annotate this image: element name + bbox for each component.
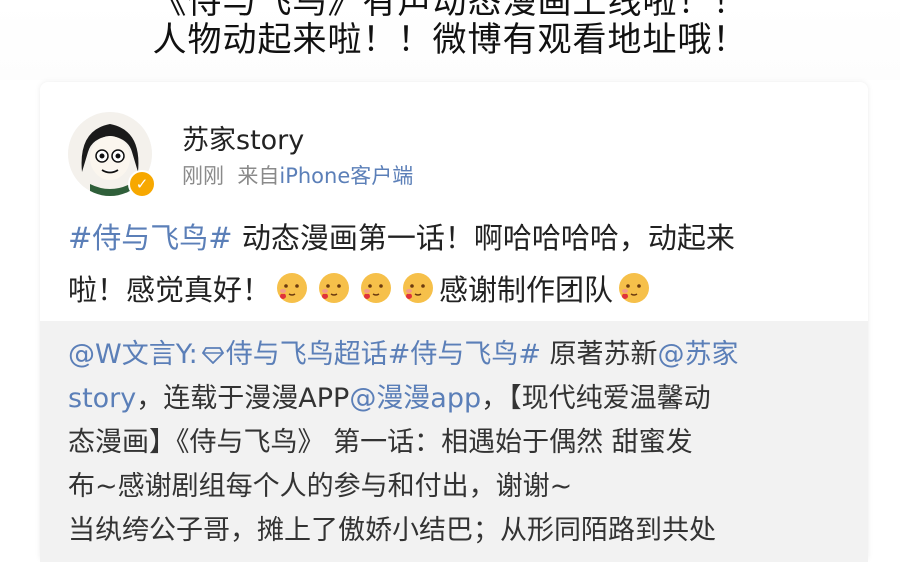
repost-line-5: 当纨绔公子哥，摊上了傲娇小结巴；从形同陌路到共处: [68, 515, 716, 546]
mention-link-1-cont[interactable]: story: [68, 383, 136, 414]
repost-text: @W文言Y: 侍与飞鸟超话#侍与飞鸟# 原著苏新@苏家 story，连载于漫漫AP…: [68, 333, 848, 553]
face-with-heart-emoji-icon: [361, 273, 392, 303]
supertopic-link[interactable]: 侍与飞鸟超话: [226, 339, 388, 370]
post-meta: 刚刚 来自iPhone客户端: [182, 160, 413, 190]
face-with-heart-emoji-icon: [319, 273, 350, 303]
post-text-part-3: 感谢制作团队: [439, 273, 614, 307]
post-text-part-1: 动态漫画第一话！啊哈哈哈哈，动起来: [232, 221, 735, 255]
verified-badge-icon: ✓: [128, 170, 156, 198]
post-time: 刚刚: [182, 164, 224, 188]
face-with-heart-emoji-icon: [619, 273, 650, 303]
repost-line-4: 布~感谢剧组每个人的参与和付出，谢谢~: [68, 471, 573, 502]
mention-link-1[interactable]: @苏家: [658, 339, 739, 370]
repost-topic-link[interactable]: #侍与飞鸟#: [388, 339, 541, 370]
repost-text-part-3: ，【现代纯爱温馨动: [481, 383, 711, 414]
banner-line-2: 人物动起来啦！！微博有观看地址哦！: [152, 20, 748, 60]
repost-text-part-2: ，连载于漫漫APP: [136, 383, 350, 414]
diamond-icon: [201, 347, 224, 364]
topic-link[interactable]: #侍与飞鸟#: [68, 221, 233, 255]
repost-text-part-1: 原著苏新: [540, 339, 658, 370]
banner: 《侍与飞鸟》有声动态漫画上线啦！！ 人物动起来啦！！微博有观看地址哦！: [0, 0, 900, 80]
repost-author-link[interactable]: @W文言Y:: [68, 339, 198, 370]
face-with-heart-emoji-icon: [277, 273, 308, 303]
mention-link-2[interactable]: @漫漫app: [349, 383, 481, 414]
source-prefix: 来自: [237, 164, 280, 188]
post-text-part-2: 啦！感觉真好！: [68, 273, 272, 307]
post-text: #侍与飞鸟# 动态漫画第一话！啊哈哈哈哈，动起来 啦！感觉真好！ 感谢制作团队: [68, 212, 848, 316]
repost-line-3: 态漫画】《侍与飞鸟》 第一话：相遇始于偶然 甜蜜发: [68, 427, 693, 458]
face-with-heart-emoji-icon: [403, 273, 434, 303]
post-source[interactable]: iPhone客户端: [279, 164, 413, 188]
username[interactable]: 苏家story: [182, 118, 304, 157]
